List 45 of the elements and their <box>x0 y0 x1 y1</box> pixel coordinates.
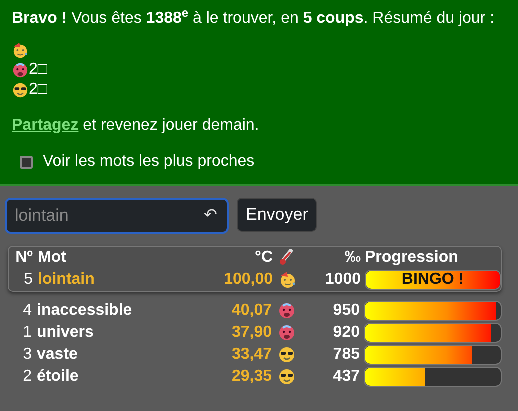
share-link[interactable]: Partagez <box>12 117 79 134</box>
temperature: 40,07 <box>230 301 272 321</box>
submit-button[interactable]: Envoyer <box>237 198 318 232</box>
hot-face-icon <box>12 62 29 78</box>
guess-number: 4 <box>22 301 32 321</box>
column-header: Progression <box>364 248 460 268</box>
column-header: ‰ <box>344 248 361 268</box>
thermometer-icon <box>279 249 295 267</box>
temperature: 29,35 <box>230 367 272 387</box>
guess-word: étoile <box>36 367 80 387</box>
temperature: 100,00 <box>223 270 273 290</box>
party-face-icon <box>279 271 297 289</box>
temperature: 37,90 <box>230 323 272 343</box>
hot-face-icon <box>278 324 296 342</box>
checkbox-label: Voir les mots les plus proches <box>43 152 255 172</box>
summary-count: 2□ <box>29 80 48 100</box>
temperature: 33,47 <box>230 345 272 365</box>
guess-number: 5 <box>23 270 33 290</box>
sunglasses-face-icon <box>12 82 29 98</box>
sunglasses-face-icon <box>278 368 296 386</box>
column-header: Mot <box>37 248 68 268</box>
checkbox[interactable] <box>20 156 33 168</box>
guess-number: 2 <box>22 367 32 387</box>
share-text: et revenez jouer demain. <box>82 117 260 134</box>
column-header: °C <box>254 248 273 268</box>
result-message: Bravo ! Vous êtes 1388$^{e}$ à le trouver, en 5 coups. Résumé du jour : <box>12 8 496 29</box>
guess-number: 3 <box>22 345 32 365</box>
score: 920 <box>332 323 360 343</box>
guess-field[interactable]: lointain ↶ <box>5 198 229 234</box>
guess-word: vaste <box>36 345 79 365</box>
summary-count: 2□ <box>29 60 48 80</box>
score: 1000 <box>324 270 361 290</box>
guess-word: inaccessible <box>36 301 134 321</box>
score: 950 <box>332 301 360 321</box>
guess-word: univers <box>36 323 95 343</box>
progress-fill: BINGO ! <box>366 271 500 289</box>
score: 437 <box>332 367 360 387</box>
guess-word: lointain <box>37 270 96 290</box>
sunglasses-face-icon <box>278 346 296 364</box>
hot-face-icon <box>278 302 296 320</box>
party-face-icon <box>12 42 29 58</box>
column-header: Nº <box>14 248 33 268</box>
undo-button[interactable]: ↶ <box>200 204 221 228</box>
score: 785 <box>332 345 360 365</box>
guess-number: 1 <box>22 323 32 343</box>
